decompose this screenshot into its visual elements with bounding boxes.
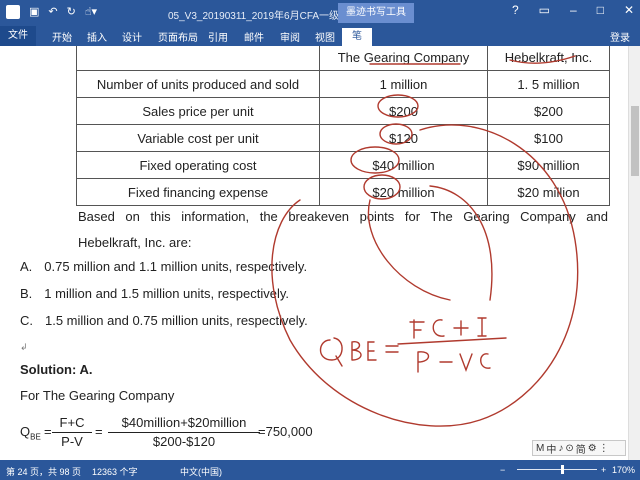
- table-row: Variable cost per unit $120 $100: [76, 124, 610, 152]
- fraction-numerator: $40million+$20million: [108, 414, 260, 433]
- option-b: B. 1 million and 1.5 million units, resp…: [20, 286, 289, 301]
- table-cell: $40 million: [319, 151, 488, 179]
- language[interactable]: 中文(中国): [180, 465, 222, 478]
- tab-mailings[interactable]: 邮件: [244, 29, 264, 44]
- table-header-cell: The Gearing Company: [319, 46, 488, 71]
- option-a: A. 0.75 million and 1.1 million units, r…: [20, 259, 307, 274]
- help-icon[interactable]: ?: [512, 3, 519, 17]
- ime-punct-icon[interactable]: ♪: [558, 443, 563, 454]
- table-cell: $100: [487, 124, 610, 152]
- ime-mode-icon[interactable]: M: [536, 443, 544, 454]
- tab-home[interactable]: 开始: [52, 29, 72, 44]
- table-header-row: The Gearing Company Hebelkraft, Inc.: [76, 46, 610, 71]
- ime-emoji-icon[interactable]: ⊙: [565, 443, 573, 454]
- option-text: 0.75 million and 1.1 million units, resp…: [44, 259, 308, 274]
- word-count[interactable]: 12363 个字: [92, 465, 138, 478]
- ribbon-display-icon[interactable]: ▭: [539, 3, 550, 17]
- table-row: Fixed financing expense $20 million $20 …: [76, 178, 610, 206]
- touch-mode-icon[interactable]: ☝▾: [85, 4, 97, 20]
- window-controls: ? ▭ – □ ✕: [512, 3, 634, 17]
- table-cell: 1 million: [319, 70, 488, 98]
- table-cell: $20 million: [487, 178, 610, 206]
- table-header-cell: [76, 46, 320, 71]
- paragraph-mark-icon: ↲: [20, 342, 28, 352]
- option-text: 1 million and 1.5 million units, respect…: [44, 286, 289, 301]
- table-cell: Number of units produced and sold: [76, 70, 320, 98]
- fraction-numerator: F+C: [52, 414, 92, 433]
- option-text: 1.5 million and 0.75 million units, resp…: [45, 313, 308, 328]
- tab-references[interactable]: 引用: [208, 29, 228, 44]
- tab-file[interactable]: 文件: [0, 26, 36, 46]
- table-header-cell: Hebelkraft, Inc.: [487, 46, 610, 71]
- tab-review[interactable]: 审阅: [280, 29, 300, 44]
- title-bar: W ▣ ↶ ↻ ☝▾ 05_V3_20190311_2019年6月CFA一级百题…: [0, 0, 640, 26]
- login-link[interactable]: 登录: [610, 29, 630, 44]
- word-logo-icon: W: [6, 5, 20, 19]
- zoom-in-button[interactable]: +: [601, 465, 606, 475]
- status-bar: 第 24 页，共 98 页 12363 个字 中文(中国) − + 170%: [0, 460, 640, 480]
- question-text-line-1: Based on this information, the breakeven…: [78, 209, 608, 224]
- q-subscript: BE: [30, 432, 41, 442]
- formula-result: =750,000: [258, 424, 313, 439]
- fraction-denominator: P-V: [61, 434, 83, 449]
- vertical-scrollbar[interactable]: [628, 46, 640, 460]
- table-cell: $200: [487, 97, 610, 125]
- ink-tools-tab[interactable]: 墨迹书写工具: [338, 3, 414, 23]
- table-cell: $200: [319, 97, 488, 125]
- table-cell: Sales price per unit: [76, 97, 320, 125]
- option-letter: B.: [20, 286, 33, 301]
- zoom-slider[interactable]: [517, 469, 597, 470]
- ime-simplified-icon[interactable]: 简: [576, 441, 586, 456]
- zoom-level[interactable]: 170%: [612, 465, 635, 475]
- option-letter: A.: [20, 259, 33, 274]
- table-row: Fixed operating cost $40 million $90 mil…: [76, 151, 610, 179]
- table-cell: Fixed financing expense: [76, 178, 320, 206]
- table-cell: $20 million: [319, 178, 488, 206]
- undo-icon[interactable]: ↶: [48, 4, 57, 20]
- zoom-out-button[interactable]: −: [500, 465, 505, 475]
- ime-toolbar[interactable]: M 中 ♪ ⊙ 简 ⚙ ⋮: [532, 440, 626, 456]
- page-count[interactable]: 第 24 页，共 98 页: [6, 465, 81, 478]
- table-cell: $120: [319, 124, 488, 152]
- ime-settings-icon[interactable]: ⚙: [588, 443, 597, 454]
- document-page[interactable]: The Gearing Company Hebelkraft, Inc. Num…: [0, 46, 628, 460]
- option-c: C. 1.5 million and 0.75 million units, r…: [20, 313, 308, 328]
- tab-insert[interactable]: 插入: [87, 29, 107, 44]
- tab-pen[interactable]: 笔: [342, 28, 372, 46]
- zoom-slider-thumb[interactable]: [561, 465, 564, 474]
- fraction-denominator: $200-$120: [152, 434, 216, 449]
- solution-heading: Solution: A.: [20, 362, 93, 377]
- ime-lang-icon[interactable]: 中: [546, 441, 556, 456]
- minimize-icon[interactable]: –: [570, 3, 577, 17]
- scrollbar-thumb[interactable]: [631, 106, 639, 176]
- q-label: QBE: [20, 424, 41, 442]
- quick-access-toolbar: W ▣ ↶ ↻ ☝▾: [6, 4, 97, 20]
- question-text-line-2: Hebelkraft, Inc. are:: [78, 235, 192, 250]
- equals-sign: =: [44, 424, 52, 439]
- ribbon-tabs: 文件 开始 插入 设计 页面布局 引用 邮件 审阅 视图 笔 登录: [0, 26, 640, 46]
- fraction-general: F+C P-V: [52, 414, 92, 451]
- table-cell: Variable cost per unit: [76, 124, 320, 152]
- tab-view[interactable]: 视图: [315, 29, 335, 44]
- table-cell: Fixed operating cost: [76, 151, 320, 179]
- ime-more-icon[interactable]: ⋮: [599, 443, 609, 454]
- fraction-values: $40million+$20million $200-$120: [108, 414, 260, 451]
- tab-layout[interactable]: 页面布局: [158, 29, 198, 44]
- redo-icon[interactable]: ↻: [67, 4, 76, 20]
- tab-design[interactable]: 设计: [122, 29, 142, 44]
- close-icon[interactable]: ✕: [624, 3, 634, 17]
- option-letter: C.: [20, 313, 33, 328]
- table-row: Sales price per unit $200 $200: [76, 97, 610, 125]
- equals-sign: =: [95, 424, 103, 439]
- table-cell: $90 million: [487, 151, 610, 179]
- data-table: The Gearing Company Hebelkraft, Inc. Num…: [76, 46, 610, 206]
- table-cell: 1. 5 million: [487, 70, 610, 98]
- solution-subheading: For The Gearing Company: [20, 388, 175, 403]
- table-row: Number of units produced and sold 1 mill…: [76, 70, 610, 98]
- save-icon[interactable]: ▣: [29, 4, 39, 20]
- maximize-icon[interactable]: □: [597, 3, 604, 17]
